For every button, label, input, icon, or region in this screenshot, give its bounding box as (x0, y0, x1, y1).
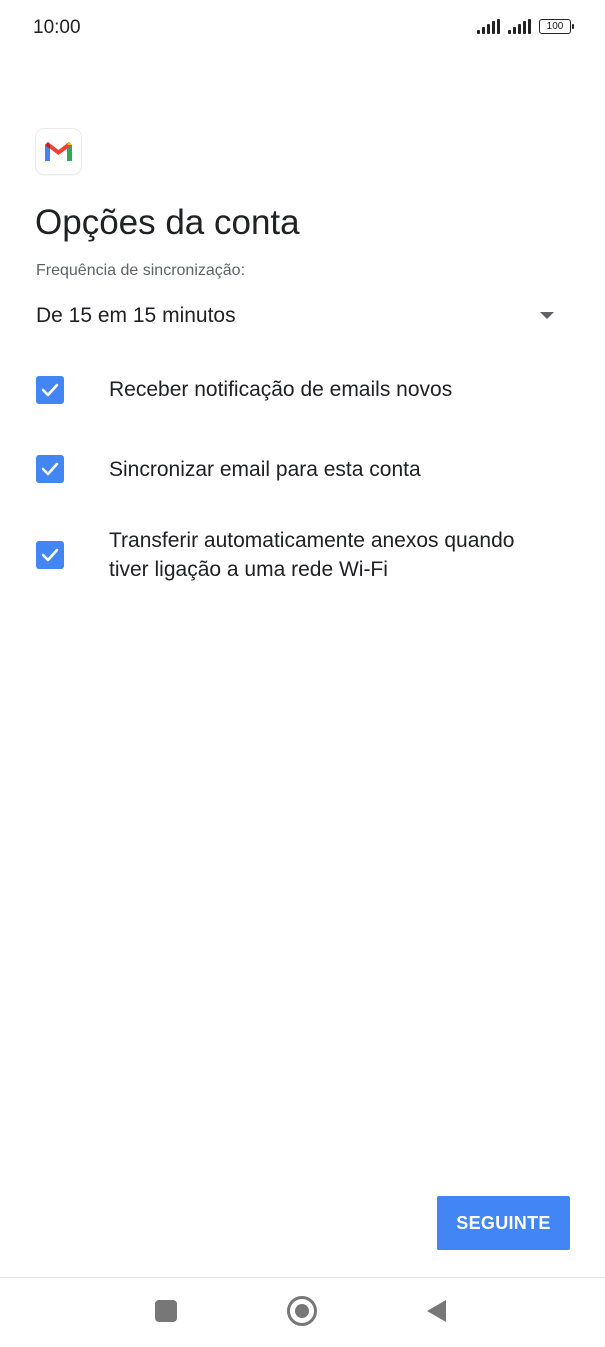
home-circle-icon[interactable] (287, 1296, 317, 1326)
checkbox-label: Receber notificação de emails novos (109, 378, 453, 401)
checkbox-label: Sincronizar email para esta conta (109, 458, 421, 481)
navigation-bar (0, 1277, 605, 1347)
option-new-email-notification[interactable]: Receber notificação de emails novos (36, 376, 576, 408)
checkmark-icon (41, 462, 59, 476)
signal-icon (508, 19, 531, 34)
checkbox-auto-download-attachments[interactable] (36, 541, 64, 569)
option-auto-download-attachments[interactable]: Transferir automaticamente anexos quando… (36, 526, 576, 588)
next-button[interactable]: SEGUINTE (437, 1196, 570, 1250)
checkbox-notify-new-email[interactable] (36, 376, 64, 404)
status-time: 10:00 (33, 17, 81, 38)
checkmark-icon (41, 383, 59, 397)
checkbox-label: Transferir automaticamente anexos quando… (109, 529, 515, 581)
sync-frequency-label: Frequência de sincronização: (36, 262, 246, 279)
checkbox-sync-email[interactable] (36, 455, 64, 483)
chevron-down-icon (540, 312, 554, 319)
status-icons: 100 (477, 19, 574, 34)
gmail-logo-icon (36, 129, 81, 174)
option-sync-email[interactable]: Sincronizar email para esta conta (36, 455, 576, 487)
back-triangle-icon[interactable] (427, 1300, 446, 1322)
signal-icon (477, 19, 500, 34)
battery-icon: 100 (539, 19, 574, 34)
sync-frequency-value: De 15 em 15 minutos (36, 304, 236, 327)
recents-square-icon[interactable] (155, 1300, 177, 1322)
checkmark-icon (41, 548, 59, 562)
page-title: Opções da conta (35, 203, 300, 242)
sync-frequency-dropdown[interactable]: De 15 em 15 minutos (36, 300, 566, 334)
status-bar: 10:00 100 (0, 0, 605, 60)
